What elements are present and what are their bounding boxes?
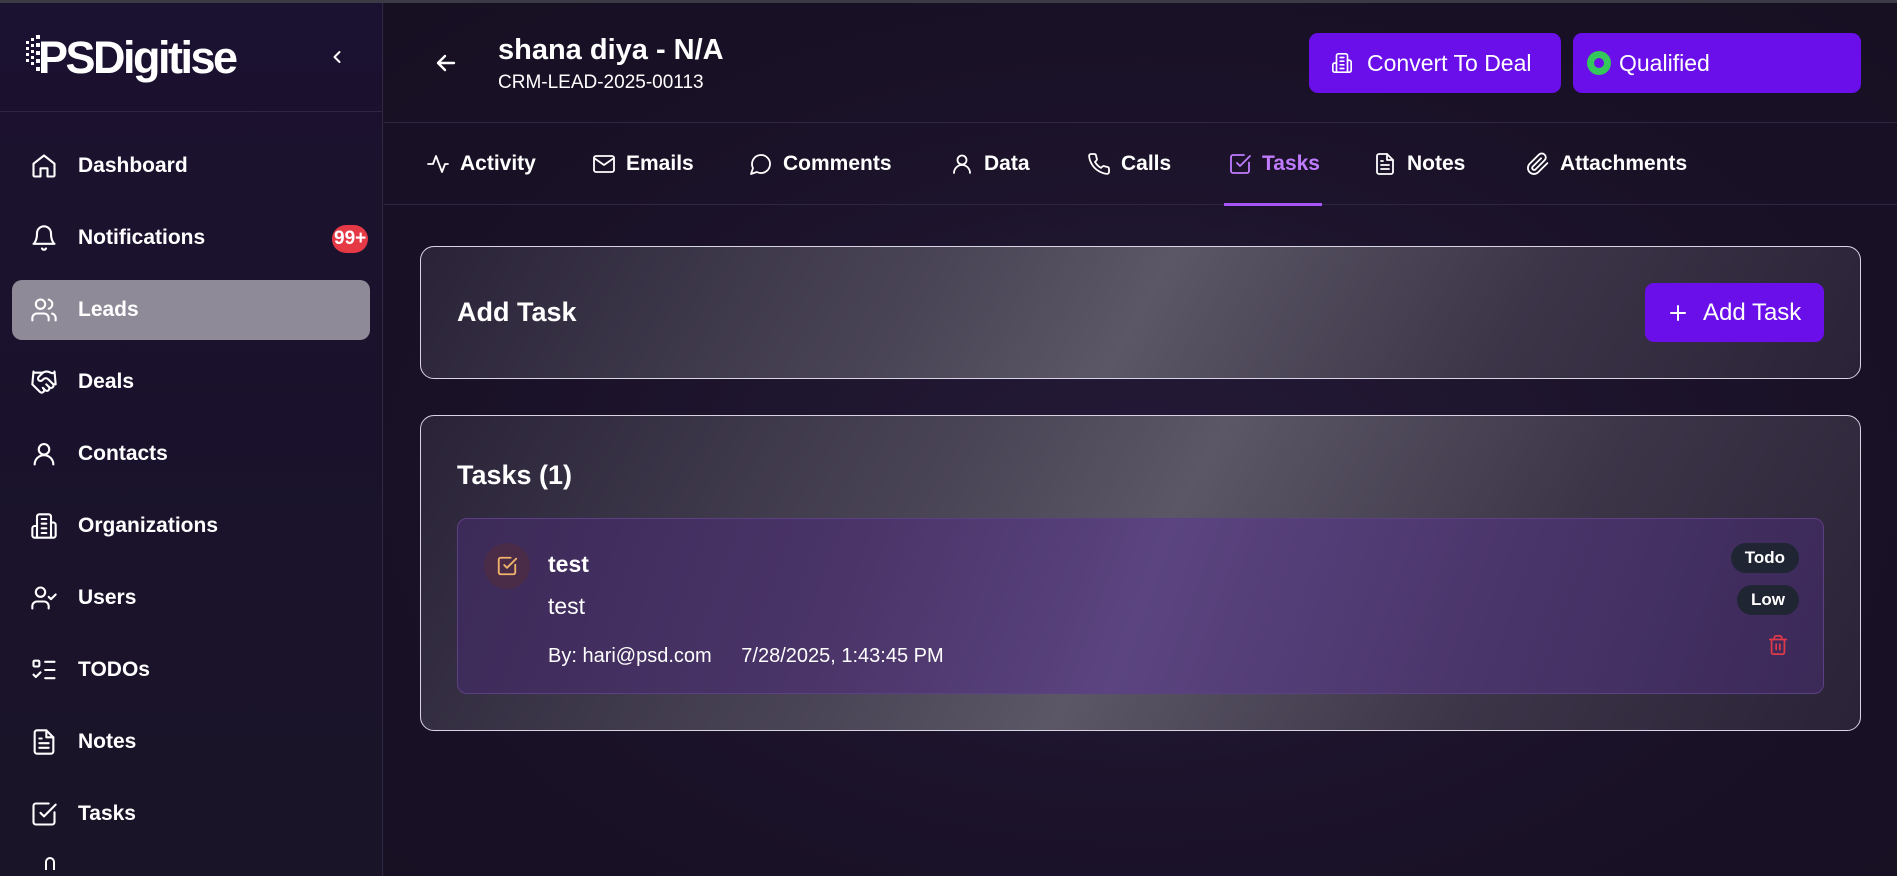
sidebar-item-leads[interactable]: Leads	[12, 280, 370, 340]
check-square-icon	[1228, 152, 1252, 176]
partial-icon	[45, 857, 55, 870]
building-icon	[30, 512, 58, 540]
task-timestamp: 7/28/2025, 1:43:45 PM	[741, 645, 944, 667]
add-task-heading: Add Task	[457, 297, 577, 327]
convert-to-deal-label: Convert To Deal	[1367, 49, 1532, 76]
task-description: test	[548, 593, 586, 619]
sidebar-item-contacts[interactable]: Contacts	[12, 424, 370, 484]
sidebar-item-label: Notifications	[78, 226, 206, 249]
tab-emails[interactable]: Emails	[592, 123, 694, 205]
lead-tabs: Activity Emails Comments Data Calls Task…	[384, 123, 1897, 206]
check-square-icon	[30, 800, 58, 828]
task-status-icon[interactable]	[484, 543, 530, 589]
lead-header: shana diya - N/A CRM-LEAD-2025-00113 Con…	[384, 3, 1897, 123]
page-title: shana diya - N/A	[498, 34, 724, 66]
chevron-left-icon	[333, 51, 341, 63]
tab-calls[interactable]: Calls	[1087, 123, 1171, 205]
tab-data[interactable]: Data	[950, 123, 1030, 205]
app-window: PSDigitise Dashboard Notifications 99+ L…	[0, 0, 1897, 876]
file-text-icon	[30, 728, 58, 756]
sidebar-item-label: Notes	[78, 730, 137, 753]
sidebar-item-label: Contacts	[78, 442, 168, 465]
task-author: By: hari@psd.com	[548, 645, 712, 667]
phone-icon	[1087, 152, 1111, 176]
tasks-heading: Tasks (1)	[457, 460, 573, 490]
home-icon	[30, 152, 58, 180]
building-icon	[1331, 52, 1353, 74]
sidebar-item-label: Users	[78, 586, 137, 609]
task-item[interactable]: test test By: hari@psd.com 7/28/2025, 1:…	[457, 518, 1824, 694]
plus-icon	[1669, 304, 1687, 322]
sidebar-item-dashboard[interactable]: Dashboard	[12, 136, 370, 196]
check-square-icon	[497, 556, 518, 576]
lead-titles: shana diya - N/A CRM-LEAD-2025-00113	[498, 33, 724, 95]
logo-mark: PSDigitise	[26, 32, 240, 83]
sidebar-item-label: Organizations	[78, 514, 219, 537]
sidebar-nav: Dashboard Notifications 99+ Leads Deals	[0, 112, 382, 870]
activity-icon	[426, 152, 450, 176]
tab-label: Calls	[1121, 152, 1172, 175]
task-priority-badge: Low	[1737, 585, 1799, 615]
sidebar-item-deals[interactable]: Deals	[12, 352, 370, 412]
sidebar-overflow-item	[12, 856, 370, 870]
sidebar-item-notifications[interactable]: Notifications 99+	[12, 208, 370, 268]
bell-icon	[30, 224, 58, 252]
tab-notes[interactable]: Notes	[1373, 123, 1465, 205]
status-dropdown-button[interactable]: Qualified	[1573, 33, 1861, 93]
notification-count-badge: 99+	[332, 225, 369, 253]
mail-icon	[592, 152, 616, 176]
file-text-icon	[1373, 152, 1397, 176]
tab-label: Data	[984, 152, 1030, 175]
tab-activity[interactable]: Activity	[426, 123, 536, 205]
tab-comments[interactable]: Comments	[749, 123, 892, 205]
list-todo-icon	[30, 656, 58, 684]
add-task-button[interactable]: Add Task	[1645, 283, 1824, 342]
status-indicator-icon	[1587, 51, 1611, 75]
brand-logo[interactable]: PSDigitise	[24, 27, 246, 87]
trash-icon	[1768, 634, 1788, 656]
sidebar-item-organizations[interactable]: Organizations	[12, 496, 370, 556]
tab-label: Notes	[1407, 152, 1466, 175]
lead-id: CRM-LEAD-2025-00113	[498, 72, 704, 93]
task-title: test	[548, 551, 589, 577]
sidebar-item-notes[interactable]: Notes	[12, 712, 370, 772]
arrow-left-icon	[436, 54, 456, 72]
tab-attachments[interactable]: Attachments	[1526, 123, 1687, 205]
tab-label: Tasks	[1262, 152, 1320, 175]
task-meta: By: hari@psd.com 7/28/2025, 1:43:45 PM	[548, 645, 944, 668]
add-task-button-label: Add Task	[1703, 298, 1802, 326]
sidebar-item-label: Tasks	[78, 802, 136, 825]
users-icon	[30, 296, 58, 324]
sidebar-item-label: TODOs	[78, 658, 150, 681]
user-check-icon	[30, 584, 58, 612]
sidebar-item-users[interactable]: Users	[12, 568, 370, 628]
status-label: Qualified	[1619, 49, 1710, 76]
tab-label: Emails	[626, 152, 694, 175]
handshake-icon	[30, 368, 58, 396]
sidebar-item-label: Dashboard	[78, 154, 188, 177]
back-button[interactable]	[432, 49, 460, 77]
tasks-list-card: Tasks (1) test test By: hari@psd.com 7/2…	[420, 415, 1861, 731]
delete-task-button[interactable]	[1765, 631, 1791, 659]
message-circle-icon	[749, 152, 773, 176]
logo-row: PSDigitise	[0, 3, 382, 112]
tab-tasks[interactable]: Tasks	[1224, 123, 1322, 206]
sidebar-item-label: Deals	[78, 370, 135, 393]
add-task-card: Add Task Add Task	[420, 246, 1861, 379]
tab-label: Comments	[783, 152, 892, 175]
task-status-badge: Todo	[1730, 543, 1799, 573]
paperclip-icon	[1526, 152, 1550, 176]
sidebar-item-label: Leads	[78, 298, 139, 321]
tab-label: Attachments	[1560, 152, 1688, 175]
tab-label: Activity	[460, 152, 536, 175]
sidebar-item-todos[interactable]: TODOs	[12, 640, 370, 700]
user-icon	[950, 152, 974, 176]
collapse-sidebar-button[interactable]	[324, 44, 350, 70]
user-icon	[30, 440, 58, 468]
logo-text: PSDigitise	[38, 32, 237, 83]
sidebar: PSDigitise Dashboard Notifications 99+ L…	[0, 3, 383, 876]
sidebar-item-tasks[interactable]: Tasks	[12, 784, 370, 844]
main-content: shana diya - N/A CRM-LEAD-2025-00113 Con…	[384, 3, 1897, 876]
convert-to-deal-button[interactable]: Convert To Deal	[1309, 33, 1561, 93]
